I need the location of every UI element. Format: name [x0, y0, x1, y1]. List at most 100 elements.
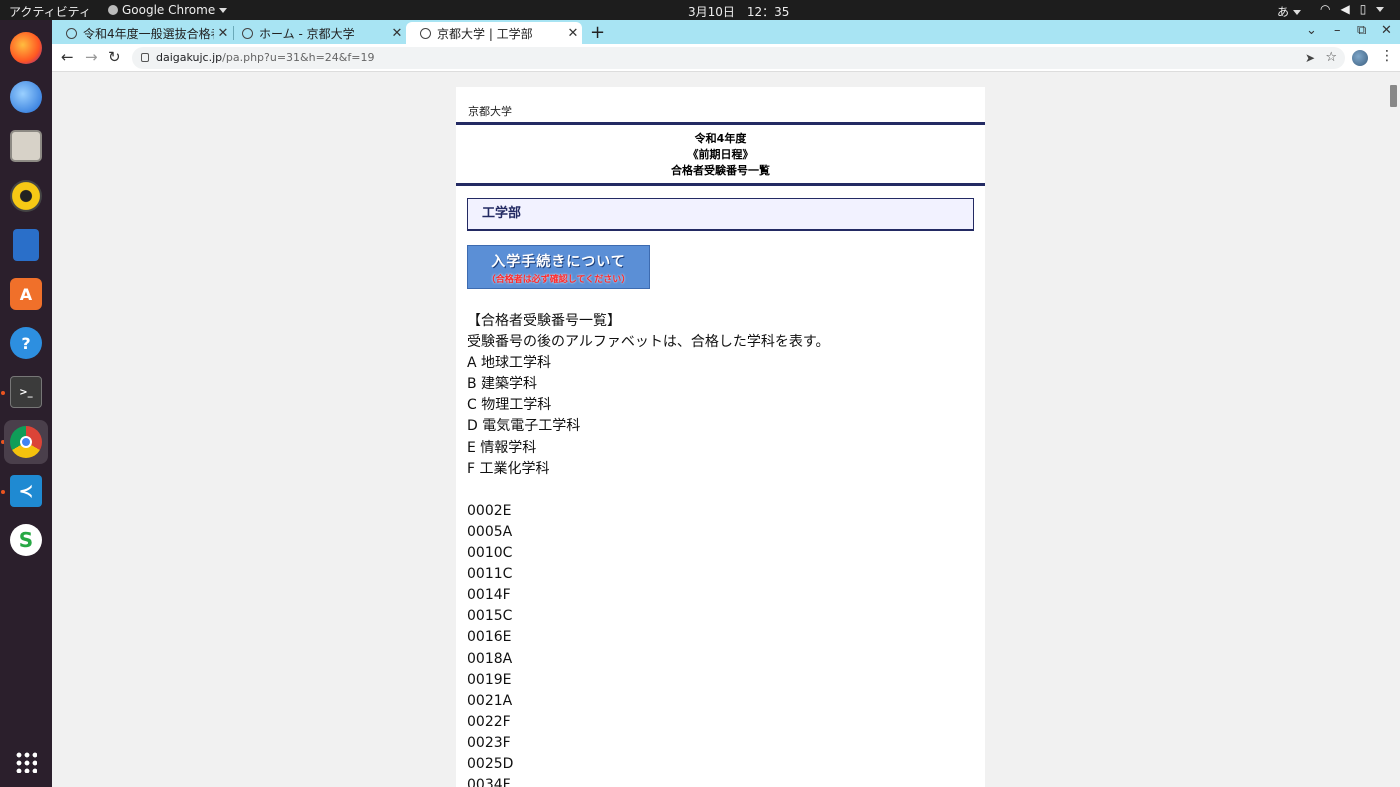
app-menu-label: Google Chrome: [122, 3, 216, 17]
exam-number: 0016E: [467, 629, 512, 646]
legend-item: A 地球工学科: [467, 355, 552, 372]
back-button[interactable]: ←: [61, 48, 74, 66]
dock-thunderbird[interactable]: [4, 75, 48, 119]
tab-title: ホーム - 京都大学: [259, 26, 355, 41]
exam-number: 0018A: [467, 650, 513, 667]
heading-line: 令和4年度: [694, 132, 747, 145]
close-tab-icon[interactable]: ✕: [564, 26, 582, 41]
reload-button[interactable]: ↻: [108, 48, 121, 66]
battery-icon: ▯: [1359, 2, 1367, 16]
show-apps-icon: [15, 751, 37, 773]
dock-terminal[interactable]: >_: [4, 370, 48, 414]
exam-number: 0019E: [467, 671, 512, 688]
dock-app-store[interactable]: A: [4, 272, 48, 316]
heading-line: 《前期日程》: [687, 148, 754, 161]
vscode-icon: ≺: [10, 475, 42, 507]
activities-button[interactable]: アクティビティ: [9, 3, 91, 20]
legend-item: F 工業化学科: [467, 460, 550, 477]
rhythmbox-icon: [10, 180, 42, 212]
volume-icon: ◀: [1340, 2, 1350, 16]
system-menu[interactable]: ◠ ◀ ▯: [1320, 2, 1385, 16]
app-icon: S: [10, 524, 42, 556]
tab-search-icon[interactable]: ⌄: [1306, 23, 1317, 38]
site-info-icon[interactable]: [141, 53, 149, 62]
exam-number: 0011C: [467, 566, 513, 583]
new-tab-button[interactable]: +: [590, 22, 605, 43]
tab-strip: 令和4年度一般選抜合格者 ✕ ホーム - 京都大学 ✕ 京都大学 | 工学部 ✕…: [52, 20, 1400, 44]
globe-icon: [242, 27, 253, 39]
clock[interactable]: 3月10日 12：35: [688, 3, 789, 20]
globe-icon: [420, 27, 431, 39]
note-text: 受験番号の後のアルファベットは、合格した学科を表す。: [467, 334, 830, 351]
department-header: 工学部: [467, 198, 974, 231]
page-heading: 令和4年度 《前期日程》 合格者受験番号一覧: [456, 131, 985, 179]
dock-writer[interactable]: [4, 223, 48, 267]
legend-item: C 物理工学科: [467, 397, 552, 414]
heading-line: 合格者受験番号一覧: [671, 164, 770, 177]
forward-button[interactable]: →: [85, 48, 98, 66]
banner-subtitle: （合格者は必ず確認してください）: [486, 275, 631, 285]
exam-number: 0005A: [467, 523, 513, 540]
tab-2[interactable]: ホーム - 京都大学 ✕: [228, 22, 406, 44]
bookmark-star-icon[interactable]: ☆: [1325, 47, 1337, 69]
maximize-button[interactable]: ⧉: [1357, 23, 1366, 38]
results-list: 【合格者受験番号一覧】 受験番号の後のアルファベットは、合格した学科を表す。 A…: [467, 311, 829, 787]
browser-toolbar: ← → ↻ daigakujc.jp/pa.php?u=31&h=24&f=19…: [52, 44, 1400, 72]
files-icon: [10, 130, 42, 162]
thunderbird-icon: [10, 81, 42, 113]
more-menu-icon[interactable]: ⋮: [1380, 48, 1394, 64]
list-title: 【合格者受験番号一覧】: [467, 313, 621, 329]
app-store-icon: A: [10, 278, 42, 310]
tab-title: 京都大学 | 工学部: [437, 26, 533, 41]
app-menu[interactable]: Google Chrome: [108, 3, 228, 17]
url-path: /pa.php?u=31&h=24&f=19: [222, 51, 375, 64]
chrome-small-icon: [108, 5, 118, 15]
url-host: daigakujc.jp: [156, 51, 223, 64]
exam-number: 0015C: [467, 608, 513, 625]
dock-chrome[interactable]: [4, 420, 48, 464]
exam-number: 0023F: [467, 734, 511, 751]
tab-1[interactable]: 令和4年度一般選抜合格者 ✕: [52, 22, 232, 44]
chevron-down-icon: [219, 7, 228, 13]
help-icon: ?: [10, 327, 42, 359]
system-top-bar: アクティビティ Google Chrome 3月10日 12：35 あ ◠ ◀ …: [0, 0, 1400, 20]
header-rule: [456, 122, 985, 125]
dock-show-apps[interactable]: [4, 740, 48, 784]
wifi-icon: ◠: [1320, 2, 1331, 16]
dock-files[interactable]: [4, 124, 48, 168]
dock-help[interactable]: ?: [4, 321, 48, 365]
address-bar[interactable]: daigakujc.jp/pa.php?u=31&h=24&f=19 ➤ ☆: [132, 47, 1345, 69]
dock: A ? >_ ≺ S: [0, 20, 52, 787]
exam-number: 0021A: [467, 692, 513, 709]
tab-3-active[interactable]: 京都大学 | 工学部 ✕: [406, 22, 582, 44]
exam-number: 0014F: [467, 587, 511, 604]
banner-title: 入学手続きについて: [491, 254, 626, 270]
libreoffice-writer-icon: [13, 229, 39, 261]
legend-item: E 情報学科: [467, 439, 537, 456]
ime-label: あ: [1277, 5, 1290, 19]
chrome-icon: [10, 426, 42, 458]
vertical-scrollbar[interactable]: [1387, 73, 1400, 787]
close-window-button[interactable]: ✕: [1381, 23, 1392, 38]
legend-item: D 電気電子工学科: [467, 418, 581, 435]
firefox-icon: [10, 32, 42, 64]
exam-number: 0022F: [467, 713, 511, 730]
enrollment-procedure-banner[interactable]: 入学手続きについて （合格者は必ず確認してください）: [467, 245, 650, 289]
dock-rhythmbox[interactable]: [4, 174, 48, 218]
profile-avatar[interactable]: [1352, 50, 1368, 66]
exam-number: 0002E: [467, 502, 512, 519]
input-method-indicator[interactable]: あ: [1277, 3, 1301, 20]
chevron-down-icon: [1376, 7, 1385, 12]
exam-number: 0034F: [467, 777, 511, 787]
tab-favicon-icon: [66, 27, 77, 39]
minimize-button[interactable]: –: [1334, 23, 1341, 38]
scrollbar-thumb[interactable]: [1390, 85, 1397, 107]
tab-title: 令和4年度一般選抜合格者: [83, 26, 214, 41]
close-tab-icon[interactable]: ✕: [388, 26, 406, 41]
dock-firefox[interactable]: [4, 26, 48, 70]
send-icon[interactable]: ➤: [1305, 47, 1315, 69]
dock-vscode[interactable]: ≺: [4, 469, 48, 513]
dock-app[interactable]: S: [4, 518, 48, 562]
terminal-icon: >_: [10, 376, 42, 408]
